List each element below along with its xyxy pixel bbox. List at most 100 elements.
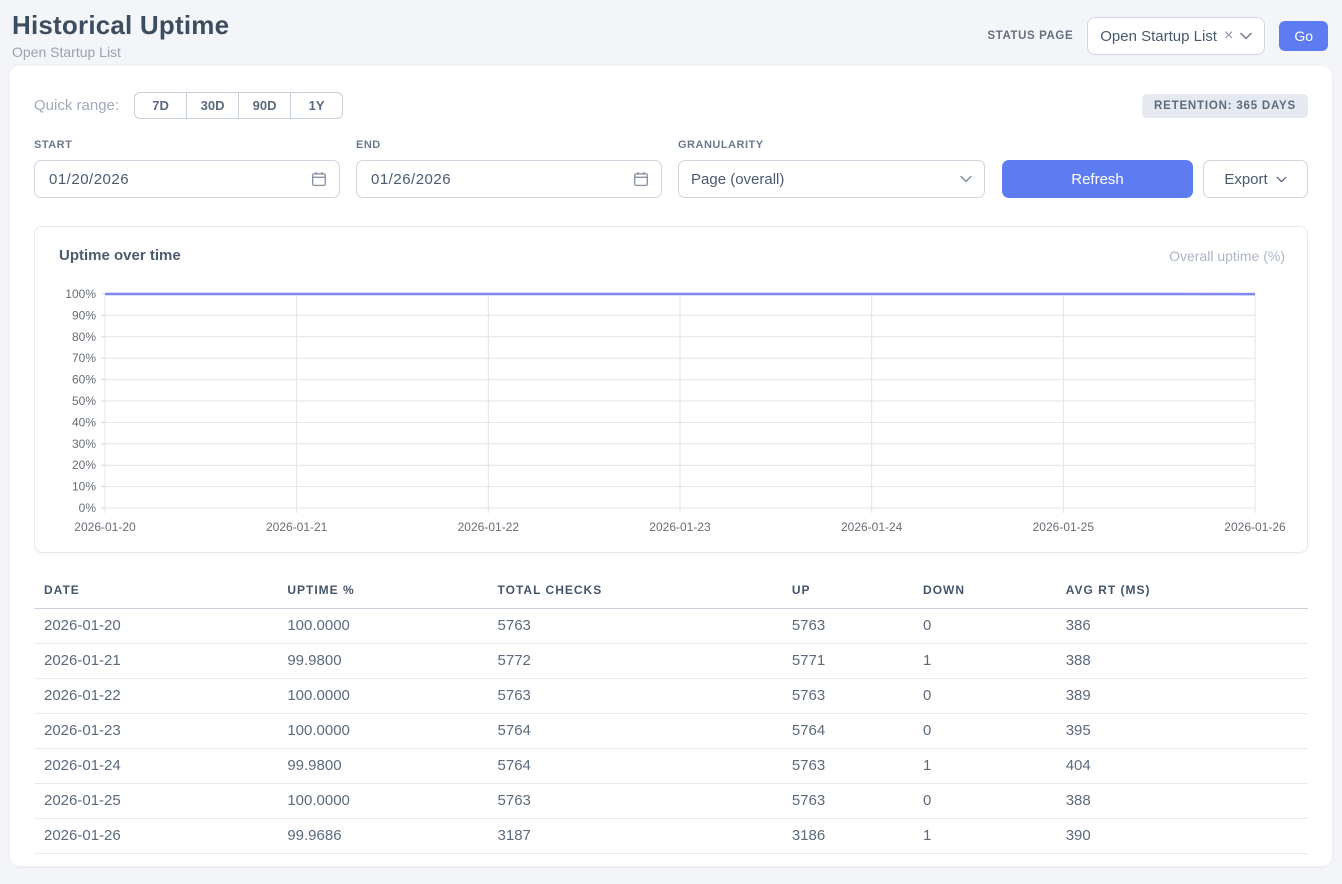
svg-text:30%: 30%	[72, 437, 96, 451]
granularity-field: GRANULARITY Page (overall)	[678, 139, 985, 198]
svg-text:100%: 100%	[65, 287, 96, 301]
svg-text:70%: 70%	[72, 351, 96, 365]
svg-text:2026-01-20: 2026-01-20	[74, 520, 136, 534]
start-date-field: START	[34, 139, 340, 198]
table-row: 2026-01-2199.9800577257711388	[34, 644, 1308, 679]
page-heading: Historical Uptime Open Startup List	[12, 10, 229, 60]
end-date-field: END	[356, 139, 662, 198]
column-header: UPTIME %	[277, 577, 487, 609]
table-row: 2026-01-2699.9686318731861390	[34, 819, 1308, 854]
start-date-input[interactable]	[34, 160, 340, 198]
table-cell: 1	[913, 644, 1056, 679]
table-row: 2026-01-23100.0000576457640395	[34, 714, 1308, 749]
table-cell: 2026-01-22	[34, 679, 277, 714]
clear-selection-icon[interactable]: ×	[1224, 28, 1233, 44]
quick-range-1y[interactable]: 1Y	[290, 92, 343, 119]
table-cell: 5764	[488, 714, 782, 749]
quick-range-label: Quick range:	[34, 97, 119, 114]
column-header: DOWN	[913, 577, 1056, 609]
svg-text:2026-01-23: 2026-01-23	[649, 520, 711, 534]
quick-range-90d[interactable]: 90D	[238, 92, 291, 119]
chevron-down-icon	[960, 175, 972, 183]
status-page-select[interactable]: Open Startup List ×	[1087, 17, 1265, 55]
granularity-value: Page (overall)	[691, 171, 784, 188]
table-cell: 389	[1056, 679, 1308, 714]
table-header-row: DATEUPTIME %TOTAL CHECKSUPDOWNAVG RT (MS…	[34, 577, 1308, 609]
table-cell: 100.0000	[277, 714, 487, 749]
export-button[interactable]: Export	[1203, 160, 1308, 198]
table-cell: 5764	[488, 749, 782, 784]
refresh-button[interactable]: Refresh	[1002, 160, 1193, 198]
table-cell: 5763	[488, 784, 782, 819]
end-date-value[interactable]	[369, 170, 633, 189]
table-cell: 395	[1056, 714, 1308, 749]
retention-badge: RETENTION: 365 DAYS	[1142, 94, 1308, 118]
table-cell: 100.0000	[277, 609, 487, 644]
filter-controls-row: START END GRANULARITY Page (overall)	[34, 139, 1308, 198]
table-cell: 2026-01-23	[34, 714, 277, 749]
svg-text:2026-01-25: 2026-01-25	[1033, 520, 1095, 534]
export-label: Export	[1224, 171, 1267, 188]
table-cell: 100.0000	[277, 679, 487, 714]
chart-panel: Uptime over time Overall uptime (%) 0% 10…	[34, 226, 1308, 553]
table-cell: 5763	[782, 749, 913, 784]
granularity-select[interactable]: Page (overall)	[678, 160, 985, 198]
quick-range-7d[interactable]: 7D	[134, 92, 187, 119]
table-row: 2026-01-25100.0000576357630388	[34, 784, 1308, 819]
table-cell: 5763	[782, 784, 913, 819]
table-cell: 0	[913, 609, 1056, 644]
go-button[interactable]: Go	[1279, 21, 1328, 51]
table-cell: 5763	[782, 679, 913, 714]
column-header: DATE	[34, 577, 277, 609]
table-cell: 5763	[782, 609, 913, 644]
table-cell: 0	[913, 784, 1056, 819]
start-date-label: START	[34, 139, 340, 151]
table-cell: 2026-01-25	[34, 784, 277, 819]
table-cell: 386	[1056, 609, 1308, 644]
column-header: AVG RT (MS)	[1056, 577, 1308, 609]
calendar-icon[interactable]	[633, 171, 649, 187]
quick-range-30d[interactable]: 30D	[186, 92, 239, 119]
table-row: 2026-01-22100.0000576357630389	[34, 679, 1308, 714]
svg-text:20%: 20%	[72, 458, 96, 472]
svg-text:40%: 40%	[72, 415, 96, 429]
status-page-value: Open Startup List	[1100, 28, 1217, 45]
table-cell: 390	[1056, 819, 1308, 854]
end-date-label: END	[356, 139, 662, 151]
svg-text:2026-01-22: 2026-01-22	[458, 520, 520, 534]
table-cell: 100.0000	[277, 784, 487, 819]
status-page-label: STATUS PAGE	[987, 30, 1073, 42]
calendar-icon[interactable]	[311, 171, 327, 187]
table-cell: 2026-01-24	[34, 749, 277, 784]
svg-text:80%: 80%	[72, 330, 96, 344]
svg-text:60%: 60%	[72, 373, 96, 387]
table-cell: 5763	[488, 679, 782, 714]
status-page-picker: STATUS PAGE Open Startup List × Go	[987, 17, 1328, 55]
svg-text:50%: 50%	[72, 394, 96, 408]
table-row: 2026-01-20100.0000576357630386	[34, 609, 1308, 644]
table-cell: 404	[1056, 749, 1308, 784]
table-cell: 99.9800	[277, 749, 487, 784]
chart-header: Uptime over time Overall uptime (%)	[47, 247, 1297, 280]
start-date-value[interactable]	[47, 170, 311, 189]
table-cell: 0	[913, 679, 1056, 714]
chevron-down-icon	[1276, 176, 1287, 183]
table-cell: 388	[1056, 644, 1308, 679]
table-cell: 1	[913, 749, 1056, 784]
table-cell: 3187	[488, 819, 782, 854]
page-subtitle: Open Startup List	[12, 44, 229, 60]
table-cell: 99.9686	[277, 819, 487, 854]
table-row: 2026-01-2499.9800576457631404	[34, 749, 1308, 784]
svg-text:2026-01-24: 2026-01-24	[841, 520, 903, 534]
uptime-table: DATEUPTIME %TOTAL CHECKSUPDOWNAVG RT (MS…	[34, 577, 1308, 854]
table-cell: 2026-01-20	[34, 609, 277, 644]
svg-text:10%: 10%	[72, 480, 96, 494]
uptime-line-chart: 0%10%20%30%40%50%60%70%80%90%100%2026-01…	[47, 280, 1297, 542]
table-cell: 2026-01-26	[34, 819, 277, 854]
quick-range-group: 7D 30D 90D 1Y	[134, 92, 343, 119]
end-date-input[interactable]	[356, 160, 662, 198]
page-title: Historical Uptime	[12, 10, 229, 41]
svg-text:0%: 0%	[79, 501, 97, 515]
table-cell: 99.9800	[277, 644, 487, 679]
column-header: UP	[782, 577, 913, 609]
